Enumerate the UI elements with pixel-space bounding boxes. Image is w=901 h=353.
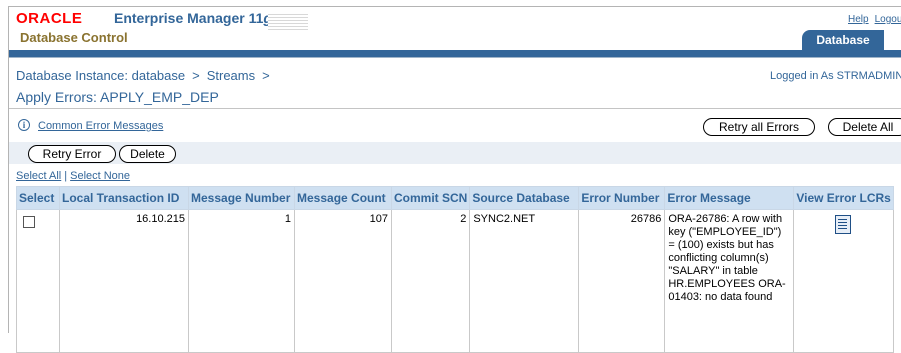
- column-header-select: Select: [16, 186, 60, 210]
- breadcrumb-separator: >: [192, 68, 200, 83]
- message-number-cell: 1: [188, 209, 295, 353]
- title-divider: [9, 108, 901, 109]
- error-number-cell: 26786: [578, 209, 666, 353]
- oracle-logo: ORACLE: [16, 10, 83, 27]
- product-subtitle: Database Control: [20, 30, 128, 45]
- transaction-id-cell: 16.10.215: [59, 209, 189, 353]
- logout-link[interactable]: Logout: [875, 14, 901, 25]
- product-name: Enterprise Manager 11g: [114, 10, 272, 26]
- error-message-text: ORA-26786: A row with key ("EMPLOYEE_ID"…: [668, 213, 786, 303]
- row-checkbox[interactable]: [23, 216, 35, 228]
- select-all-link[interactable]: Select All: [16, 170, 61, 182]
- tab-database[interactable]: Database: [802, 30, 884, 50]
- breadcrumb-item-database[interactable]: Database Instance: database: [16, 68, 185, 83]
- select-none-link[interactable]: Select None: [70, 170, 130, 182]
- selection-links: Select All | Select None: [16, 170, 131, 182]
- commit-scn-cell: 2: [390, 209, 471, 353]
- message-count-cell: 107: [294, 209, 392, 353]
- view-lcrs-cell: [793, 209, 894, 353]
- apply-errors-table: Select Local Transaction ID Message Numb…: [16, 186, 894, 353]
- select-cell: [16, 209, 60, 353]
- table-header-row: Select Local Transaction ID Message Numb…: [16, 186, 894, 210]
- column-header-view-error-lcrs: View Error LCRs: [793, 186, 894, 210]
- retry-all-errors-button[interactable]: Retry all Errors: [703, 118, 815, 136]
- help-link[interactable]: Help: [848, 14, 869, 25]
- delete-all-button[interactable]: Delete All: [828, 118, 901, 136]
- header-divider: [9, 57, 901, 58]
- column-header-message-count[interactable]: Message Count: [294, 186, 392, 210]
- column-header-transaction-id[interactable]: Local Transaction ID: [59, 186, 189, 210]
- breadcrumb: Database Instance: database > Streams >: [16, 68, 277, 83]
- header-bar: [9, 50, 901, 57]
- column-header-error-message[interactable]: Error Message: [664, 186, 795, 210]
- column-header-source-database[interactable]: Source Database: [469, 186, 580, 210]
- global-links: Help Logout: [848, 14, 901, 25]
- delete-button[interactable]: Delete: [119, 145, 176, 163]
- column-header-commit-scn[interactable]: Commit SCN: [390, 186, 471, 210]
- breadcrumb-item-streams[interactable]: Streams: [207, 68, 255, 83]
- table-row: 16.10.215 1 107 2 SYNC2.NET 26786 ORA-26…: [16, 209, 894, 353]
- login-status: Logged in As STRMADMIN: [770, 70, 901, 82]
- view-lcrs-icon[interactable]: [835, 215, 852, 234]
- column-header-error-number[interactable]: Error Number: [578, 186, 666, 210]
- header-decoration: [268, 14, 308, 30]
- page-title: Apply Errors: APPLY_EMP_DEP: [16, 89, 219, 105]
- error-message-cell: ORA-26786: A row with key ("EMPLOYEE_ID"…: [664, 209, 795, 353]
- common-error-messages-link[interactable]: Common Error Messages: [38, 120, 163, 132]
- column-header-message-number[interactable]: Message Number: [188, 186, 295, 210]
- retry-error-button[interactable]: Retry Error: [28, 145, 116, 163]
- info-icon: i: [18, 119, 30, 131]
- source-database-cell: SYNC2.NET: [469, 209, 580, 353]
- breadcrumb-separator: >: [262, 68, 270, 83]
